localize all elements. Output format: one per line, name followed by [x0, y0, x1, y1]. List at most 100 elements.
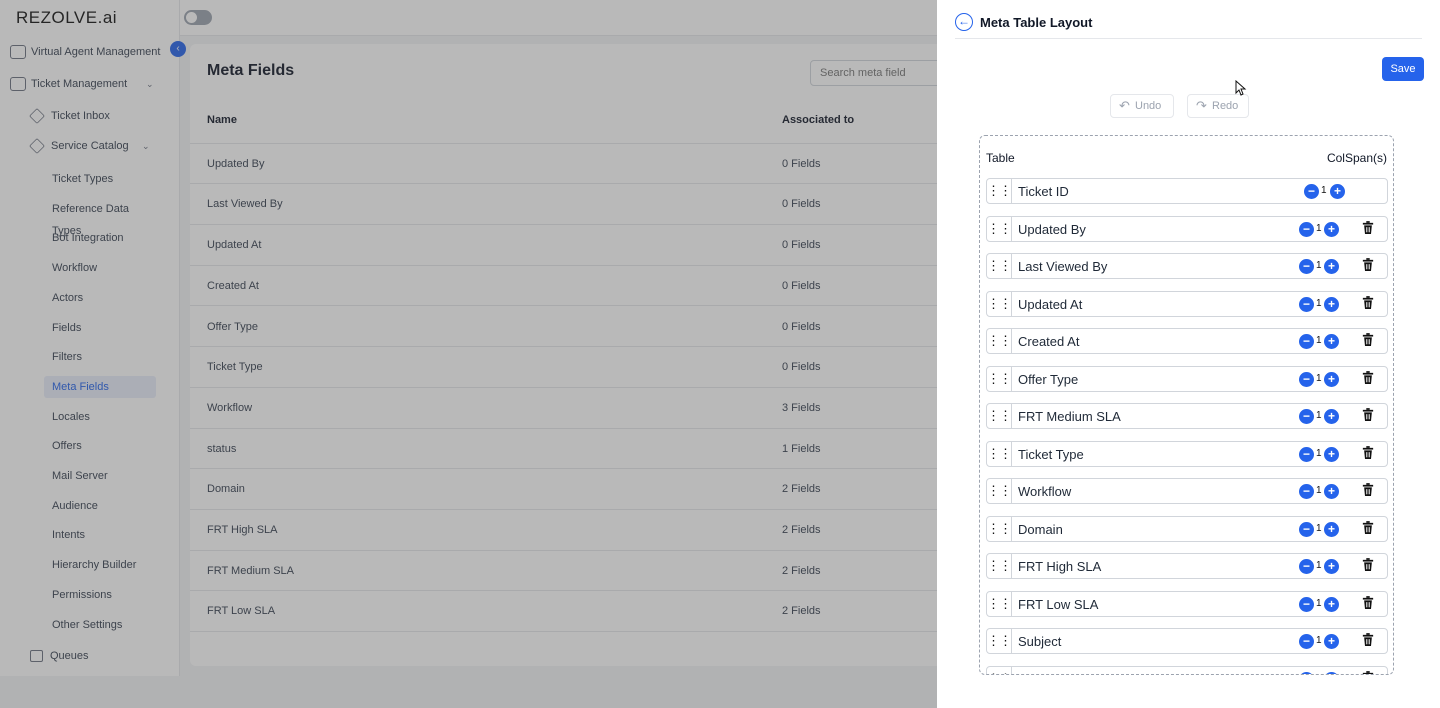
layout-field-row[interactable]: ⋮⋮ Last Viewed By −1 +	[986, 253, 1388, 279]
trash-icon[interactable]	[1362, 370, 1376, 387]
field-name: FRT Medium SLA	[1018, 409, 1121, 424]
drag-handle-icon[interactable]: ⋮⋮	[987, 366, 1012, 391]
increase-colspan-icon[interactable]: +	[1324, 409, 1339, 424]
decrease-colspan-icon[interactable]: −	[1299, 296, 1314, 312]
increase-colspan-icon[interactable]: +	[1324, 446, 1339, 462]
colspan-value: 1	[1316, 560, 1322, 571]
layout-field-row[interactable]: ⋮⋮ Ticket ID −1 +	[986, 178, 1388, 204]
colspan-value: 1	[1316, 222, 1322, 234]
increase-colspan-icon[interactable]: +	[1324, 484, 1339, 499]
colspan-value: 1	[1316, 372, 1322, 384]
increase-colspan-icon[interactable]: +	[1324, 221, 1339, 237]
layout-field-row[interactable]: ⋮⋮ Domain −1 +	[986, 515, 1388, 542]
mouse-cursor-icon	[1235, 80, 1247, 96]
drag-handle-icon[interactable]: ⋮⋮	[987, 329, 1012, 353]
increase-colspan-icon[interactable]: +	[1324, 334, 1339, 349]
meta-table-layout-drawer: ← Meta Table Layout Save ↶ Undo ↷ Redo T…	[937, 0, 1440, 708]
layout-field-row[interactable]: ⋮⋮ Ticket Type −1 +	[986, 440, 1388, 467]
trash-icon[interactable]	[1362, 670, 1376, 674]
increase-colspan-icon[interactable]: +	[1324, 521, 1339, 537]
colspan-header-label: ColSpan(s)	[1326, 151, 1387, 165]
layout-field-row[interactable]: ⋮⋮ Workflow −1 +	[986, 478, 1388, 504]
drag-handle-icon[interactable]: ⋮⋮	[987, 629, 1012, 653]
decrease-colspan-icon[interactable]: −	[1299, 521, 1314, 537]
decrease-colspan-icon[interactable]: −	[1299, 446, 1314, 462]
trash-icon[interactable]	[1362, 333, 1376, 349]
increase-colspan-icon[interactable]: +	[1324, 371, 1339, 387]
field-name: FRT High SLA	[1018, 559, 1102, 574]
layout-field-row[interactable]: ⋮⋮ Offer Type −1 +	[986, 365, 1388, 392]
layout-field-row[interactable]: ⋮⋮ Created At −1 +	[986, 328, 1388, 354]
drag-handle-icon[interactable]: ⋮⋮	[987, 254, 1012, 278]
trash-icon[interactable]	[1362, 520, 1376, 537]
drag-handle-icon[interactable]: ⋮⋮	[987, 516, 1012, 541]
decrease-colspan-icon[interactable]: −	[1299, 371, 1314, 387]
trash-icon[interactable]	[1362, 483, 1376, 499]
colspan-value: 1	[1321, 185, 1327, 196]
save-button[interactable]: Save	[1382, 57, 1424, 81]
trash-icon[interactable]	[1362, 633, 1376, 649]
field-name: Workflow	[1018, 484, 1072, 499]
layout-field-row[interactable]: ⋮⋮ FRT Medium SLA −1 +	[986, 403, 1388, 429]
field-name: FRT Low SLA	[1018, 596, 1099, 612]
trash-icon[interactable]	[1362, 220, 1376, 237]
drag-handle-icon[interactable]: ⋮⋮	[987, 179, 1012, 203]
trash-icon[interactable]	[1362, 445, 1376, 462]
layout-field-row[interactable]: ⋮⋮ Updated At −1 +	[986, 290, 1388, 317]
trash-icon[interactable]	[1362, 558, 1376, 574]
drag-handle-icon[interactable]: ⋮⋮	[987, 291, 1012, 316]
field-name: Last Viewed By	[1018, 259, 1108, 274]
field-name: Ticket ID	[1018, 184, 1069, 199]
decrease-colspan-icon[interactable]: −	[1299, 484, 1314, 499]
back-arrow-icon[interactable]: ←	[955, 13, 973, 31]
field-name: Ticket Type	[1018, 446, 1084, 462]
layout-field-row[interactable]: ⋮⋮ FRT Low SLA −1 +	[986, 590, 1388, 617]
increase-colspan-icon[interactable]: +	[1330, 184, 1345, 199]
decrease-colspan-icon[interactable]: −	[1299, 221, 1314, 237]
redo-button[interactable]: ↷ Redo	[1187, 94, 1249, 118]
field-name: Subject	[1018, 634, 1062, 649]
increase-colspan-icon[interactable]: +	[1324, 559, 1339, 574]
trash-icon[interactable]	[1362, 595, 1376, 612]
field-name: Updated At	[1018, 296, 1083, 312]
drag-handle-icon[interactable]: ⋮⋮	[987, 554, 1012, 578]
colspan-value: 1	[1316, 635, 1322, 646]
decrease-colspan-icon[interactable]: −	[1304, 184, 1319, 199]
decrease-colspan-icon[interactable]: −	[1299, 671, 1314, 674]
decrease-colspan-icon[interactable]: −	[1299, 559, 1314, 574]
trash-icon[interactable]	[1362, 408, 1376, 424]
drag-handle-icon[interactable]: ⋮⋮	[987, 216, 1012, 241]
decrease-colspan-icon[interactable]: −	[1299, 596, 1314, 612]
trash-icon[interactable]	[1362, 295, 1376, 312]
increase-colspan-icon[interactable]: +	[1324, 259, 1339, 274]
increase-colspan-icon[interactable]: +	[1324, 671, 1339, 674]
layout-field-row[interactable]: ⋮⋮ − +	[986, 665, 1388, 674]
undo-button[interactable]: ↶ Undo	[1110, 94, 1174, 118]
increase-colspan-icon[interactable]: +	[1324, 296, 1339, 312]
drag-handle-icon[interactable]: ⋮⋮	[987, 591, 1012, 616]
decrease-colspan-icon[interactable]: −	[1299, 634, 1314, 649]
drag-handle-icon[interactable]: ⋮⋮	[987, 479, 1012, 503]
undo-icon: ↶	[1119, 98, 1130, 113]
table-layout-dropzone: Table ColSpan(s) ⋮⋮ Ticket ID −1 + ⋮⋮ Updated…	[979, 135, 1394, 675]
trash-icon[interactable]	[1362, 258, 1376, 274]
redo-icon: ↷	[1196, 98, 1207, 113]
drawer-title: Meta Table Layout	[980, 15, 1093, 30]
field-name: Created At	[1018, 334, 1080, 349]
decrease-colspan-icon[interactable]: −	[1299, 259, 1314, 274]
colspan-value: 1	[1316, 410, 1322, 421]
increase-colspan-icon[interactable]: +	[1324, 596, 1339, 612]
decrease-colspan-icon[interactable]: −	[1299, 409, 1314, 424]
increase-colspan-icon[interactable]: +	[1324, 634, 1339, 649]
drag-handle-icon[interactable]: ⋮⋮	[987, 441, 1012, 466]
drag-handle-icon[interactable]: ⋮⋮	[987, 666, 1012, 674]
layout-field-row[interactable]: ⋮⋮ FRT High SLA −1 +	[986, 553, 1388, 579]
layout-field-row[interactable]: ⋮⋮ Subject −1 +	[986, 628, 1388, 654]
modal-overlay[interactable]	[0, 0, 937, 708]
layout-field-row[interactable]: ⋮⋮ Updated By −1 +	[986, 215, 1388, 242]
colspan-value: 1	[1316, 597, 1322, 609]
drag-handle-icon[interactable]: ⋮⋮	[987, 404, 1012, 428]
decrease-colspan-icon[interactable]: −	[1299, 334, 1314, 349]
undo-label: Undo	[1135, 100, 1162, 112]
colspan-value: 1	[1316, 447, 1322, 459]
